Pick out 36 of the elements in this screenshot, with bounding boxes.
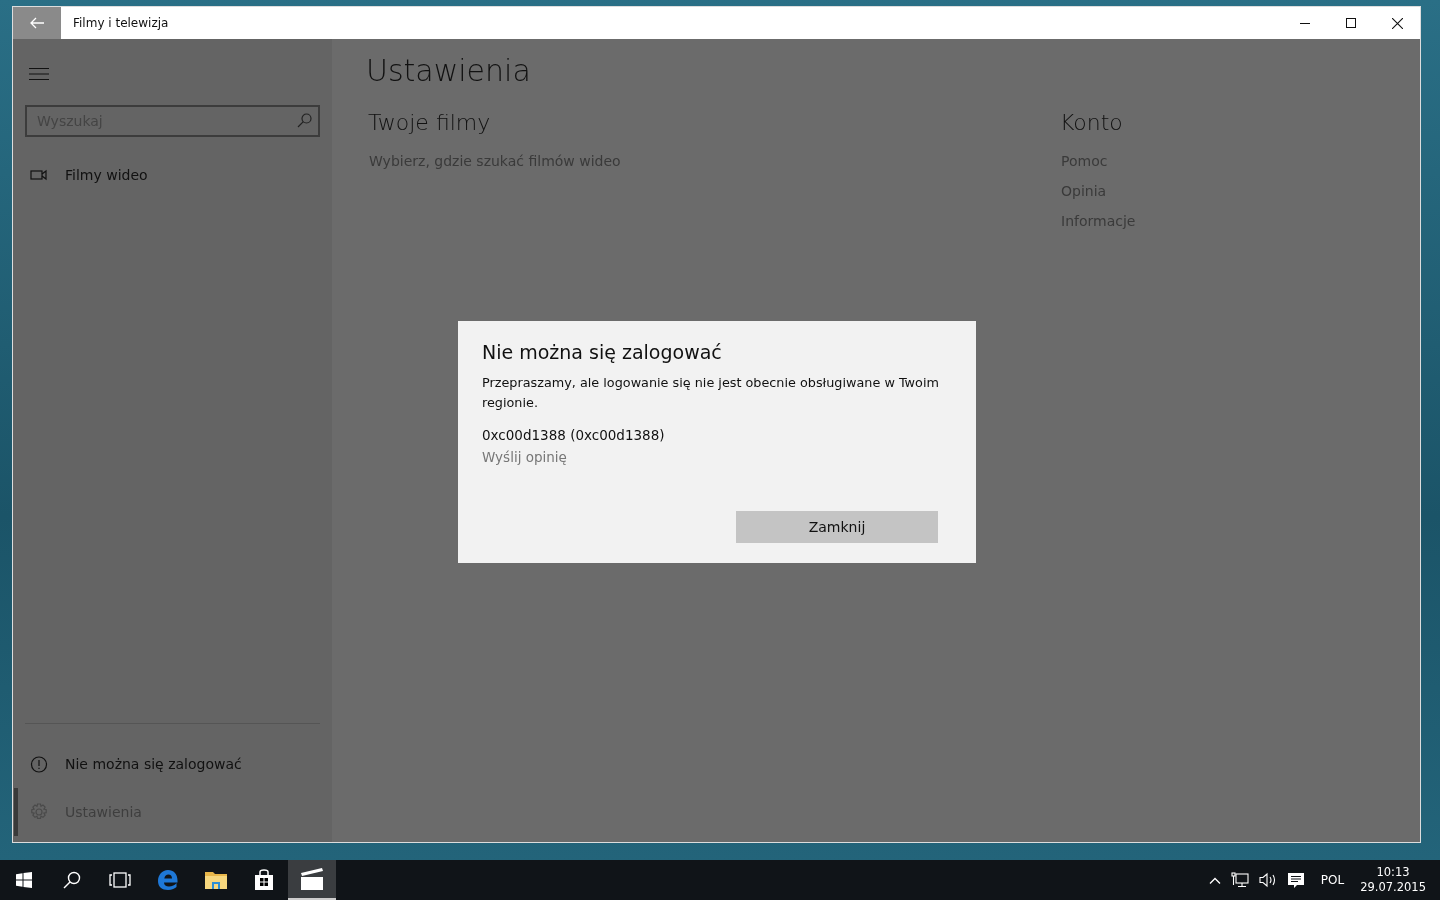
notification-message-icon[interactable]: [1286, 871, 1305, 889]
close-dialog-button[interactable]: Zamknij: [736, 511, 938, 543]
gear-icon: [29, 803, 49, 821]
clapperboard-icon: [300, 868, 324, 890]
feedback-link[interactable]: Wyślij opinię: [482, 449, 567, 465]
section-heading: Twoje filmy: [368, 110, 492, 135]
search-icon: [63, 871, 81, 889]
task-view-icon: [109, 872, 131, 888]
minimize-icon: [1300, 22, 1310, 24]
chevron-up-icon[interactable]: [1208, 876, 1221, 884]
taskbar-app-button[interactable]: [288, 860, 336, 900]
maximize-icon: [1346, 18, 1356, 28]
back-button[interactable]: [13, 7, 61, 39]
dialog-message: Przepraszamy, ale logowanie się nie jest obecnie obsługiwane w Twoim regionie.: [482, 374, 940, 412]
section-heading: Konto: [1060, 110, 1124, 135]
shopping-bag-icon: [254, 869, 274, 891]
speaker-icon[interactable]: [1258, 872, 1277, 888]
window-title: Filmy i telewizja: [73, 16, 170, 30]
clock[interactable]: 10:13 29.07.2015: [1360, 865, 1426, 895]
network-monitor-icon[interactable]: [1230, 872, 1249, 888]
dialog-title: Nie można się zalogować: [482, 341, 723, 363]
page-title: Ustawienia: [366, 53, 532, 88]
close-icon: [1391, 17, 1403, 29]
folder-icon: [205, 871, 227, 889]
video-camera-icon: [29, 169, 49, 181]
search-icon: [297, 113, 312, 128]
error-code: 0xc00d1388 (0xc00d1388): [482, 427, 666, 443]
menu-button[interactable]: [27, 67, 51, 83]
nav-item[interactable]: Filmy wideo: [13, 151, 332, 199]
nav-item[interactable]: Nie można się zalogować: [13, 740, 332, 788]
menu-icon: [29, 67, 49, 80]
back-arrow-icon: [30, 17, 44, 29]
browser-e-icon: [158, 869, 178, 891]
windows-logo-icon: [16, 872, 32, 888]
exclamation-circle-icon: [29, 755, 49, 773]
language-indicator[interactable]: POL: [1320, 873, 1345, 887]
